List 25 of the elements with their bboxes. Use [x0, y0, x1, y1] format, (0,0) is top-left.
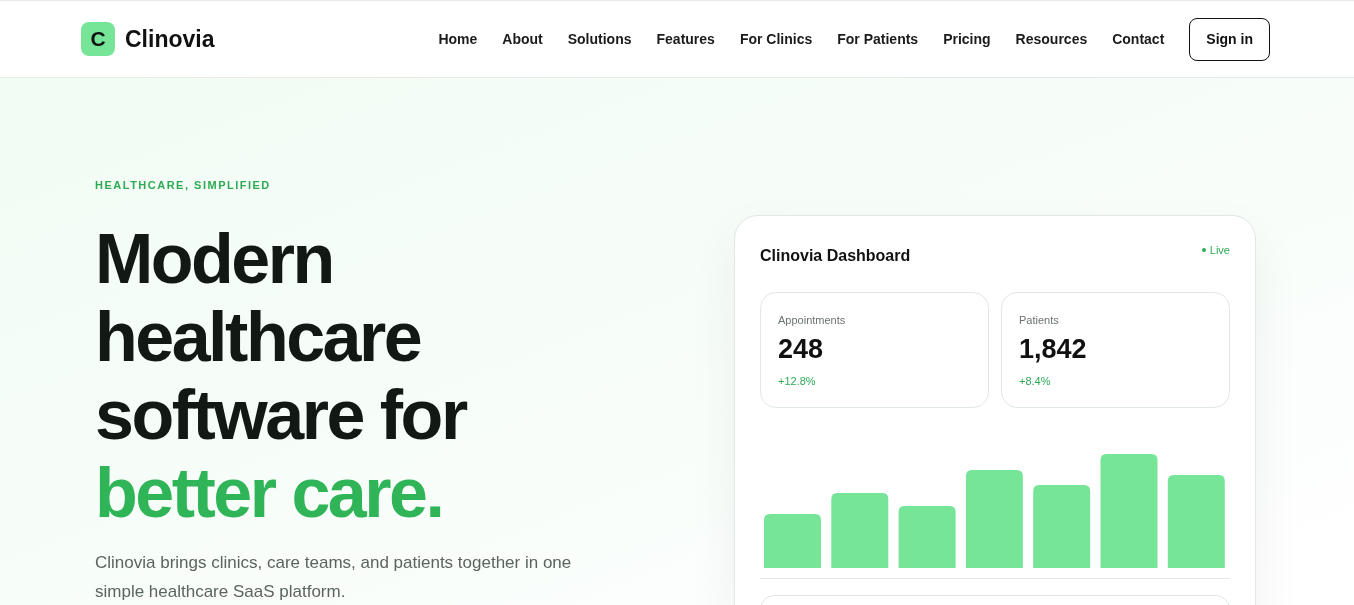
stat-change: +12.8%: [778, 373, 817, 389]
hero-headline: Modern healthcare software for better care.: [95, 219, 468, 532]
nav-link[interactable]: For Clinics: [739, 28, 813, 50]
chart-bar: [764, 514, 821, 568]
nav-link[interactable]: Pricing: [943, 28, 991, 50]
nav-link[interactable]: Solutions: [567, 28, 632, 50]
hero-description: Clinovia brings clinics, care teams, and patients together in one simple healthcare SaaS platform.: [95, 551, 573, 603]
nav-link[interactable]: Features: [656, 28, 715, 50]
stat-value: 1,842: [1019, 332, 1088, 365]
stat-value: 248: [778, 332, 825, 365]
dashboard-title: Clinovia Dashboard: [760, 246, 911, 266]
nav-link[interactable]: Resources: [1015, 28, 1088, 50]
logo-mark[interactable]: C: [81, 22, 115, 56]
nav-link[interactable]: Home: [438, 28, 478, 50]
stat-label: Appointments: [778, 313, 847, 328]
nav-link[interactable]: For Patients: [837, 28, 919, 50]
chart-bar: [898, 506, 956, 568]
live-status-label: Live: [1209, 243, 1230, 258]
nav-link[interactable]: About: [502, 28, 543, 50]
stat-change: +8.4%: [1019, 373, 1052, 389]
nav-link[interactable]: Contact: [1112, 28, 1165, 50]
brand-name[interactable]: Clinovia: [125, 21, 215, 57]
stat-label: Patients: [1019, 313, 1060, 328]
eyebrow-text: HEALTHCARE, SIMPLIFIED: [95, 178, 272, 193]
sign-in-button[interactable]: Sign in: [1189, 17, 1270, 61]
